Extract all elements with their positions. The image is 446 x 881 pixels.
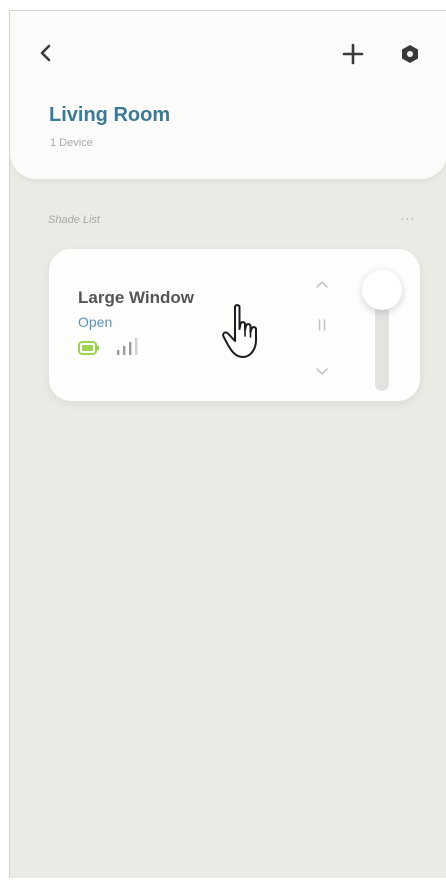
back-button[interactable]	[36, 41, 56, 65]
add-device-button[interactable]	[342, 43, 364, 65]
hand-pointer-icon	[222, 304, 257, 358]
device-name: Large Window	[78, 288, 195, 307]
settings-button[interactable]	[400, 44, 420, 64]
shade-list-title: Shade List	[48, 214, 100, 226]
device-status: Open	[78, 314, 113, 330]
battery-icon	[78, 341, 99, 355]
shade-up-button[interactable]	[313, 277, 331, 291]
app-screen: Living Room 1 Device Shade List ··· Larg…	[9, 10, 446, 878]
shade-pause-button[interactable]	[315, 317, 329, 333]
signal-icon	[117, 338, 138, 355]
device-count: 1 Device	[50, 137, 93, 149]
more-options-button[interactable]: ···	[397, 210, 419, 226]
slider-thumb[interactable]	[362, 270, 402, 310]
shade-down-button[interactable]	[313, 365, 331, 379]
room-header: Living Room 1 Device	[10, 11, 446, 179]
room-title: Living Room	[49, 104, 171, 126]
